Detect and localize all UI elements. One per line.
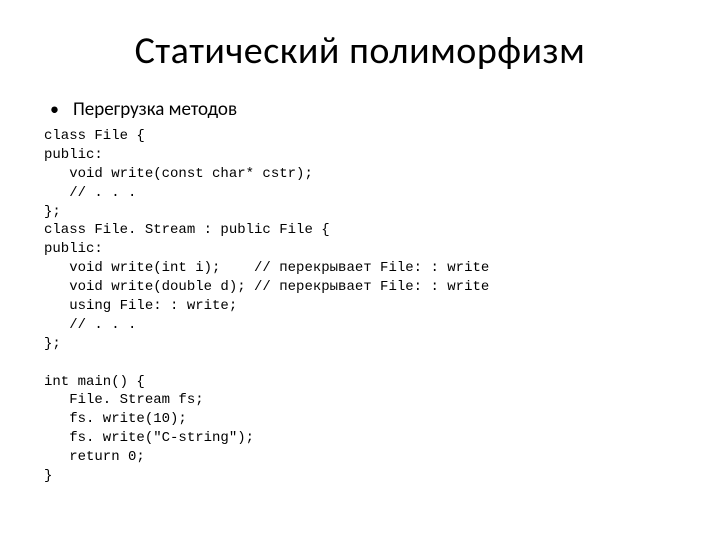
code-block: class File { public: void write(const ch… [44, 127, 676, 486]
bullet-dot-icon: • [50, 100, 59, 118]
slide-title: Статический полиморфизм [44, 28, 676, 74]
slide: Статический полиморфизм • Перегрузка мет… [0, 0, 720, 540]
bullet-text: Перегрузка методов [73, 98, 237, 121]
bullet-item: • Перегрузка методов [50, 98, 676, 121]
